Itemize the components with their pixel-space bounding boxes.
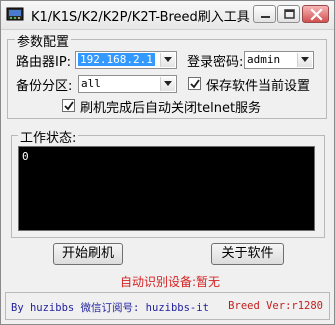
close-button[interactable] xyxy=(302,5,329,23)
router-ip-combo[interactable]: 192.168.2.1 xyxy=(75,51,177,69)
status-output[interactable]: 0 xyxy=(18,146,315,231)
auto-close-telnet-checkbox[interactable] xyxy=(62,99,75,112)
footer-bar: By huzibbs 微信订阅号: huzibbs-it Breed Ver:r… xyxy=(5,292,330,320)
title-bar[interactable]: K1/K1S/K2/K2P/K2T-Breed刷入工具 xyxy=(1,1,334,30)
password-value: admin xyxy=(247,53,281,66)
device-detect-text: 自动识别设备:暂无 xyxy=(120,275,221,289)
version-text: Breed Ver:r1280 xyxy=(228,300,323,312)
close-icon xyxy=(310,8,323,21)
start-flash-button[interactable]: 开始刷机 xyxy=(53,243,123,265)
checkmark-icon xyxy=(64,101,74,111)
partition-label: 备份分区: xyxy=(16,79,73,94)
status-group-label: 工作状态: xyxy=(18,127,79,146)
author-text: By huzibbs 微信订阅号: huzibbs-it xyxy=(11,302,209,314)
about-button[interactable]: 关于软件 xyxy=(211,243,284,265)
app-icon xyxy=(6,6,24,22)
chevron-down-icon xyxy=(164,57,172,62)
save-settings-label[interactable]: 保存软件当前设置 xyxy=(206,75,310,94)
save-settings-checkbox[interactable] xyxy=(188,77,201,90)
window-title: K1/K1S/K2/K2P/K2T-Breed刷入工具 xyxy=(31,10,250,25)
router-ip-dropdown-button[interactable] xyxy=(160,53,175,67)
status-text: 0 xyxy=(22,150,29,163)
router-ip-label: 路由器IP: xyxy=(16,55,72,70)
password-dropdown-button[interactable] xyxy=(297,53,312,67)
chevron-down-icon xyxy=(164,81,172,86)
partition-dropdown-button[interactable] xyxy=(160,77,175,91)
partition-combo[interactable]: all xyxy=(78,75,177,93)
params-group-label: 参数配置 xyxy=(15,31,72,50)
maximize-button[interactable] xyxy=(277,5,300,23)
partition-value: all xyxy=(81,77,101,90)
minimize-button[interactable] xyxy=(253,5,276,23)
router-ip-value: 192.168.2.1 xyxy=(78,53,155,66)
password-label: 登录密码: xyxy=(187,55,244,70)
app-window: K1/K1S/K2/K2P/K2T-Breed刷入工具 参数配置 路由器IP: … xyxy=(0,0,335,325)
chevron-down-icon xyxy=(301,57,309,62)
checkmark-icon xyxy=(190,79,200,89)
minimize-icon xyxy=(261,16,270,18)
auto-close-telnet-label[interactable]: 刷机完成后自动关闭telnet服务 xyxy=(80,97,261,116)
password-combo[interactable]: admin xyxy=(244,51,314,69)
maximize-icon xyxy=(284,9,295,19)
